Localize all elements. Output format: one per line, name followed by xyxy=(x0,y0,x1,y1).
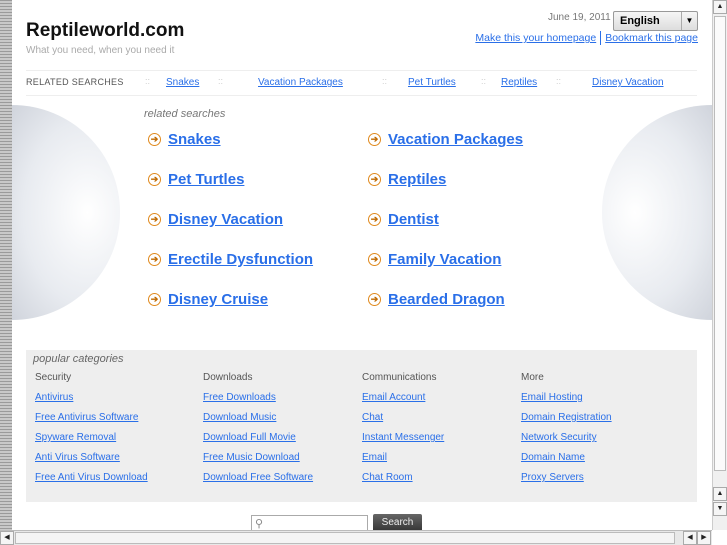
related-link[interactable]: Erectile Dysfunction xyxy=(168,251,313,268)
top-links: Make this your homepage Bookmark this pag… xyxy=(475,31,698,45)
category-link[interactable]: Email xyxy=(362,452,387,463)
related-item[interactable]: ➔ Bearded Dragon xyxy=(368,291,505,308)
scroll-left-icon[interactable]: ◀ xyxy=(0,531,14,545)
arrow-right-icon: ➔ xyxy=(368,173,381,186)
related-link[interactable]: Snakes xyxy=(168,131,221,148)
arrow-right-icon: ➔ xyxy=(368,293,381,306)
arrow-right-icon: ➔ xyxy=(368,253,381,266)
category-link[interactable]: Email Account xyxy=(362,392,425,403)
language-select[interactable]: English ▼ xyxy=(613,11,698,31)
scroll-up-icon[interactable]: ▲ xyxy=(713,0,727,14)
date: June 19, 2011 xyxy=(548,12,611,23)
scroll-up-icon[interactable]: ▲ xyxy=(713,487,727,501)
arrow-right-icon: ➔ xyxy=(368,133,381,146)
related-link[interactable]: Pet Turtles xyxy=(168,171,244,188)
popular-heading: popular categories xyxy=(33,353,124,365)
category-link[interactable]: Email Hosting xyxy=(521,392,583,403)
related-item[interactable]: ➔ Disney Vacation xyxy=(148,211,283,228)
scroll-thumb[interactable] xyxy=(714,16,726,471)
homepage-link[interactable]: Make this your homepage xyxy=(475,32,596,44)
category-link[interactable]: Proxy Servers xyxy=(521,472,584,483)
bookmark-link[interactable]: Bookmark this page xyxy=(605,32,698,44)
scroll-thumb[interactable] xyxy=(15,532,675,544)
related-item[interactable]: ➔ Erectile Dysfunction xyxy=(148,251,313,268)
related-item[interactable]: ➔ Snakes xyxy=(148,131,221,148)
category-link[interactable]: Free Anti Virus Download xyxy=(35,472,148,483)
arrow-right-icon: ➔ xyxy=(148,213,161,226)
arrow-right-icon: ➔ xyxy=(368,213,381,226)
related-link[interactable]: Family Vacation xyxy=(388,251,501,268)
related-heading: related searches xyxy=(144,108,226,120)
category-link[interactable]: Domain Registration xyxy=(521,412,612,423)
arrow-right-icon: ➔ xyxy=(148,133,161,146)
category-link[interactable]: Instant Messenger xyxy=(362,432,444,443)
divider xyxy=(26,70,697,71)
separator: :: xyxy=(145,76,151,86)
horizontal-scrollbar[interactable]: ◀ ◀ ▶ xyxy=(0,530,712,545)
related-link[interactable]: Dentist xyxy=(388,211,439,228)
related-item[interactable]: ➔ Reptiles xyxy=(368,171,446,188)
category-link[interactable]: Free Downloads xyxy=(203,392,276,403)
category-link[interactable]: Download Full Movie xyxy=(203,432,296,443)
related-bar-link[interactable]: Vacation Packages xyxy=(258,77,343,88)
separator: :: xyxy=(556,76,562,86)
separator: :: xyxy=(481,76,487,86)
related-bar-link[interactable]: Disney Vacation xyxy=(592,77,664,88)
category-link[interactable]: Chat Room xyxy=(362,472,413,483)
decorative-circle xyxy=(12,105,120,320)
category-link[interactable]: Spyware Removal xyxy=(35,432,116,443)
separator: :: xyxy=(218,76,224,86)
category-title: Communications xyxy=(362,372,437,383)
arrow-right-icon: ➔ xyxy=(148,293,161,306)
category-title: Security xyxy=(35,372,72,383)
language-value: English xyxy=(620,15,660,27)
category-link[interactable]: Chat xyxy=(362,412,383,423)
category-link[interactable]: Free Music Download xyxy=(203,452,300,463)
related-bar-link[interactable]: Reptiles xyxy=(501,77,537,88)
chevron-down-icon: ▼ xyxy=(681,12,697,30)
related-link[interactable]: Reptiles xyxy=(388,171,446,188)
window-edge xyxy=(0,0,12,530)
scroll-left-icon[interactable]: ◀ xyxy=(683,531,697,545)
related-item[interactable]: ➔ Dentist xyxy=(368,211,439,228)
category-link[interactable]: Download Free Software xyxy=(203,472,313,483)
related-item[interactable]: ➔ Disney Cruise xyxy=(148,291,268,308)
category-link[interactable]: Anti Virus Software xyxy=(35,452,120,463)
vertical-scrollbar[interactable]: ▲ ▲ ▼ xyxy=(712,0,727,530)
related-link[interactable]: Disney Cruise xyxy=(168,291,268,308)
category-link[interactable]: Free Antivirus Software xyxy=(35,412,138,423)
divider xyxy=(600,31,602,45)
related-item[interactable]: ➔ Family Vacation xyxy=(368,251,501,268)
category-link[interactable]: Domain Name xyxy=(521,452,585,463)
scroll-down-icon[interactable]: ▼ xyxy=(713,502,727,516)
arrow-right-icon: ➔ xyxy=(148,253,161,266)
arrow-right-icon: ➔ xyxy=(148,173,161,186)
separator: :: xyxy=(382,76,388,86)
divider xyxy=(26,95,697,96)
related-item[interactable]: ➔ Vacation Packages xyxy=(368,131,523,148)
category-title: More xyxy=(521,372,544,383)
related-bar-link[interactable]: Snakes xyxy=(166,77,199,88)
scroll-right-icon[interactable]: ▶ xyxy=(697,531,711,545)
related-link[interactable]: Bearded Dragon xyxy=(388,291,505,308)
decorative-circle xyxy=(602,105,712,320)
related-link[interactable]: Vacation Packages xyxy=(388,131,523,148)
related-bar-link[interactable]: Pet Turtles xyxy=(408,77,456,88)
related-link[interactable]: Disney Vacation xyxy=(168,211,283,228)
site-title: Reptileworld.com xyxy=(26,20,185,41)
search-icon: ⚲ xyxy=(255,518,264,530)
related-bar-label: RELATED SEARCHES xyxy=(26,77,124,87)
tagline: What you need, when you need it xyxy=(26,45,175,56)
related-item[interactable]: ➔ Pet Turtles xyxy=(148,171,244,188)
category-link[interactable]: Network Security xyxy=(521,432,597,443)
category-title: Downloads xyxy=(203,372,253,383)
category-link[interactable]: Download Music xyxy=(203,412,276,423)
category-link[interactable]: Antivirus xyxy=(35,392,73,403)
